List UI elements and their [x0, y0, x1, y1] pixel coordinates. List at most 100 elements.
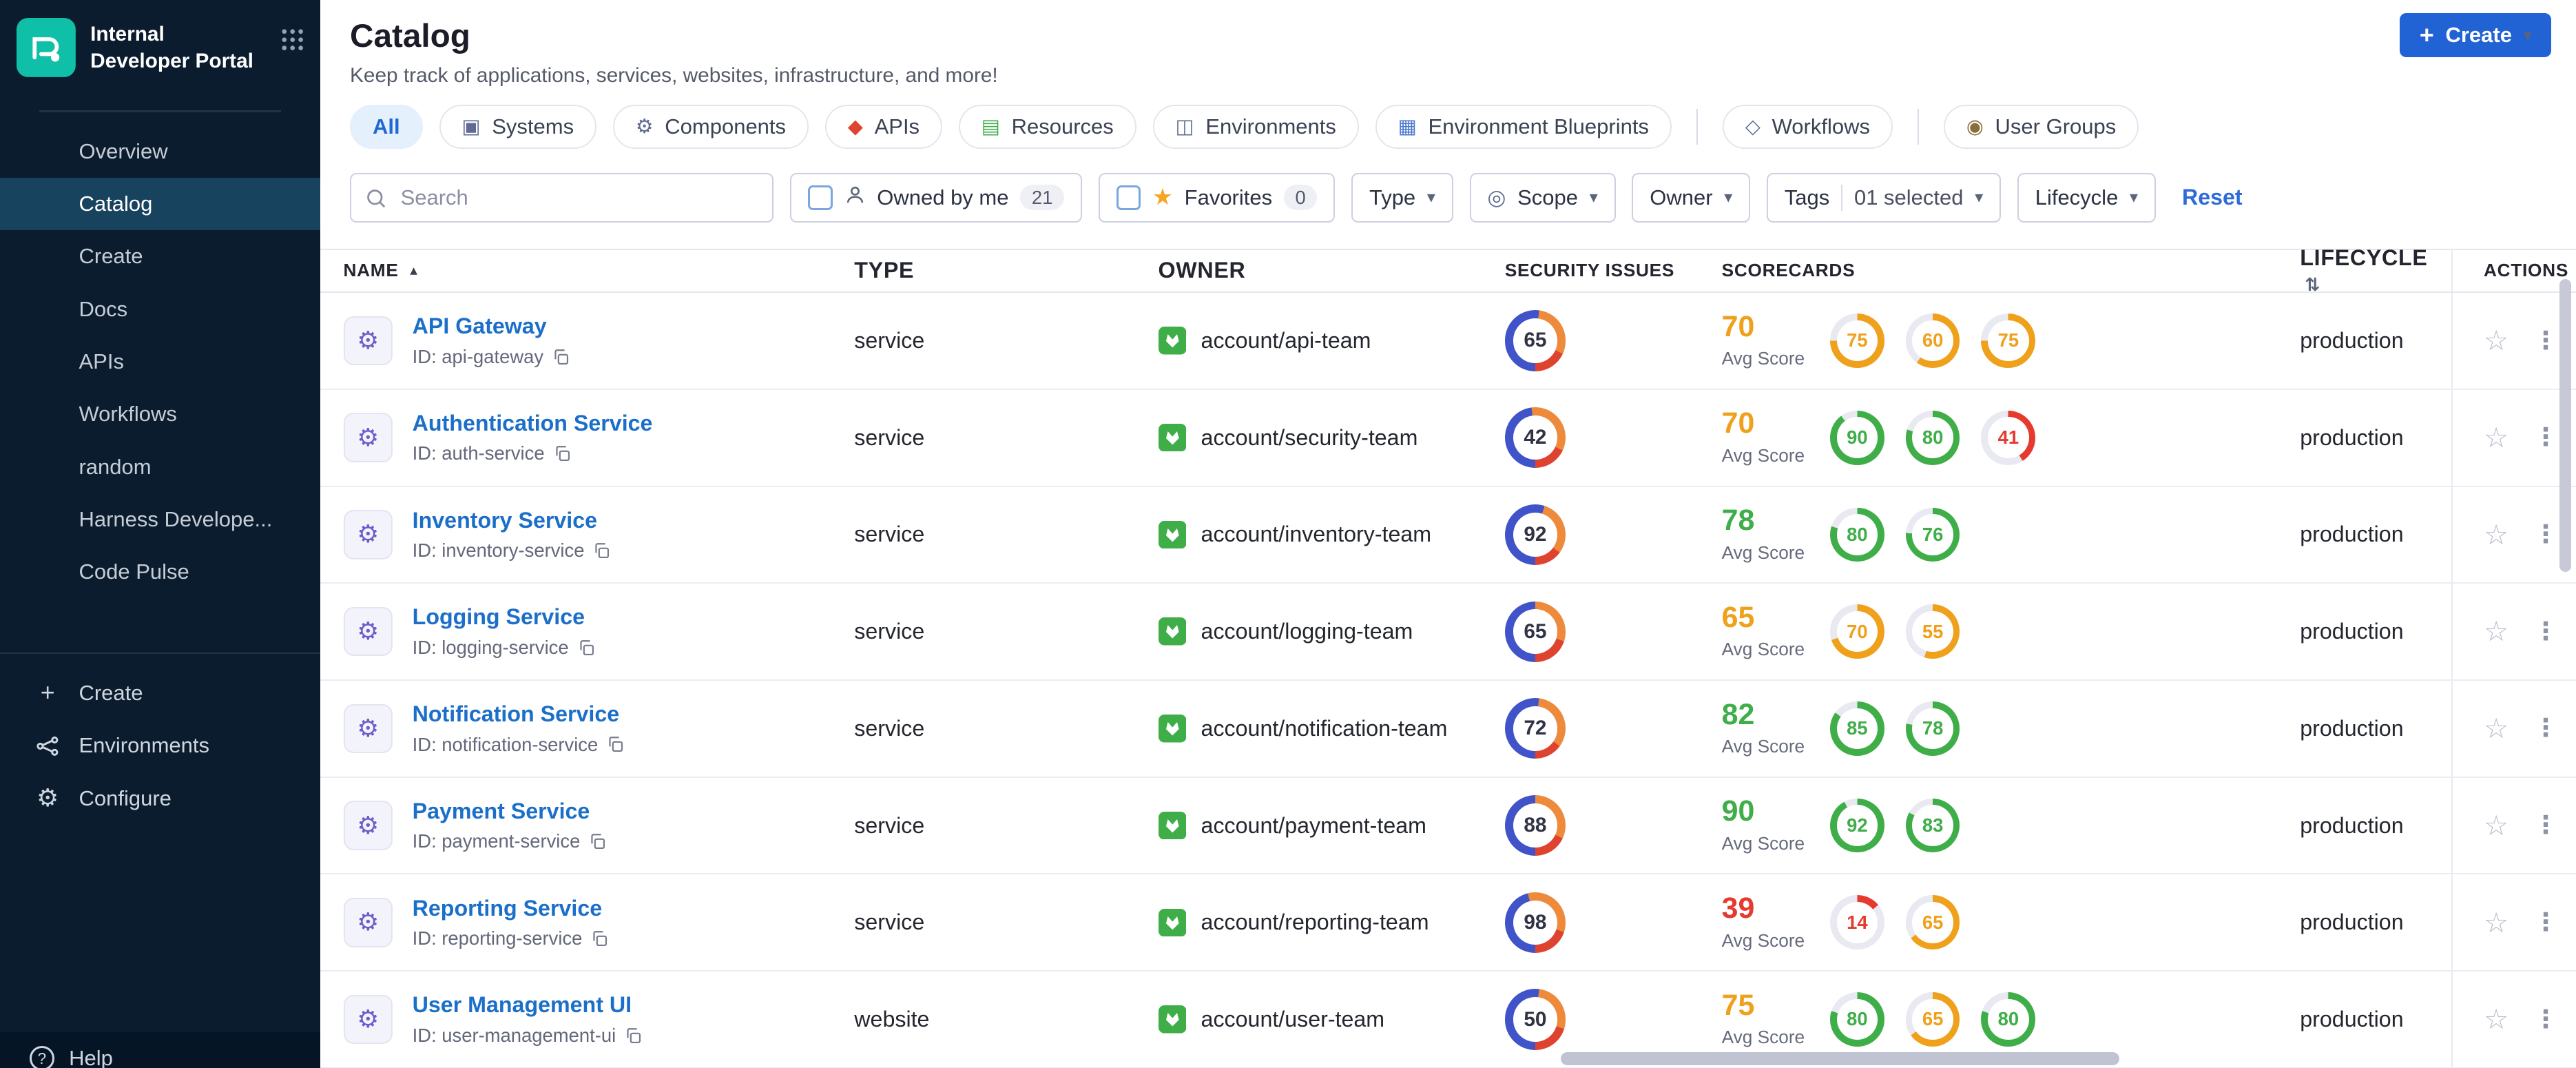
copy-icon[interactable]	[553, 444, 571, 462]
scorecard-ring[interactable]: 78	[1905, 701, 1960, 756]
scorecard-ring[interactable]: 85	[1830, 701, 1884, 756]
copy-icon[interactable]	[606, 735, 624, 753]
favorites-checkbox[interactable]	[1116, 185, 1141, 210]
entity-name-link[interactable]: Notification Service	[413, 701, 625, 727]
tab-all[interactable]: All	[350, 105, 423, 150]
search-input[interactable]	[350, 173, 774, 223]
tab-resources[interactable]: ▤ Resources	[958, 105, 1136, 150]
tags-filter-dropdown[interactable]: Tags 01 selected ▾	[1766, 173, 2002, 223]
scorecard-ring[interactable]: 65	[1905, 895, 1960, 950]
scorecard-ring[interactable]: 80	[1905, 410, 1960, 465]
tab-workflows[interactable]: ◇ Workflows	[1722, 105, 1893, 150]
more-actions-icon[interactable]: ⋮	[2533, 619, 2558, 644]
more-actions-icon[interactable]: ⋮	[2533, 1007, 2558, 1032]
entity-name-link[interactable]: Logging Service	[413, 604, 595, 630]
entity-name-link[interactable]: Payment Service	[413, 799, 607, 824]
column-header-scorecards[interactable]: SCORECARDS	[1722, 260, 2116, 281]
table-row-reporting-service[interactable]: ⚙ Reporting Service ID: reporting-servic…	[320, 874, 2576, 972]
sidebar-item-random[interactable]: random	[0, 441, 320, 493]
column-header-security[interactable]: SECURITY ISSUES	[1505, 260, 1722, 281]
owned-by-me-checkbox[interactable]	[808, 185, 833, 210]
entity-name-link[interactable]: Inventory Service	[413, 508, 611, 533]
copy-icon[interactable]	[577, 639, 595, 657]
scorecard-ring[interactable]: 65	[1905, 992, 1960, 1047]
scorecard-ring[interactable]: 80	[1830, 992, 1884, 1047]
table-row-logging-service[interactable]: ⚙ Logging Service ID: logging-service se…	[320, 584, 2576, 681]
tab-environments[interactable]: ◫ Environments	[1152, 105, 1359, 150]
more-actions-icon[interactable]: ⋮	[2533, 716, 2558, 741]
create-button[interactable]: + Create ▾	[2400, 13, 2552, 58]
horizontal-scrollbar-thumb[interactable]	[1560, 1051, 2119, 1065]
more-actions-icon[interactable]: ⋮	[2533, 328, 2558, 353]
owner-filter-dropdown[interactable]: Owner ▾	[1632, 173, 1751, 223]
tab-environment-blueprints[interactable]: ▦ Environment Blueprints	[1375, 105, 1672, 150]
scorecard-ring[interactable]: 60	[1905, 314, 1960, 368]
scorecard-ring[interactable]: 55	[1905, 604, 1960, 659]
more-actions-icon[interactable]: ⋮	[2533, 424, 2558, 450]
tab-components[interactable]: ⚙ Components	[612, 105, 809, 150]
table-row-notification-service[interactable]: ⚙ Notification Service ID: notification-…	[320, 680, 2576, 778]
scope-filter-dropdown[interactable]: ◎ Scope ▾	[1469, 173, 1616, 223]
security-issues-donut[interactable]: 88	[1504, 794, 1566, 856]
more-actions-icon[interactable]: ⋮	[2533, 522, 2558, 547]
more-actions-icon[interactable]: ⋮	[2533, 910, 2558, 935]
portal-logo-icon[interactable]	[16, 18, 76, 84]
security-issues-donut[interactable]: 92	[1504, 504, 1566, 566]
scorecard-ring[interactable]: 75	[1981, 314, 2036, 368]
apps-grid-icon[interactable]	[281, 28, 304, 59]
scorecard-ring[interactable]: 75	[1830, 314, 1884, 368]
entity-name-link[interactable]: User Management UI	[413, 992, 643, 1018]
table-row-inventory-service[interactable]: ⚙ Inventory Service ID: inventory-servic…	[320, 486, 2576, 584]
scorecard-ring[interactable]: 41	[1981, 410, 2036, 465]
scorecard-ring[interactable]: 92	[1830, 798, 1884, 853]
reset-filters-link[interactable]: Reset	[2182, 185, 2243, 210]
entity-name-link[interactable]: Reporting Service	[413, 896, 609, 921]
scorecard-ring[interactable]: 80	[1981, 992, 2036, 1047]
favorites-filter[interactable]: ★ Favorites 0	[1098, 173, 1336, 223]
favorite-star-icon[interactable]: ☆	[2484, 812, 2509, 840]
sidebar-item-workflows[interactable]: Workflows	[0, 388, 320, 440]
vertical-scrollbar-thumb[interactable]	[2559, 279, 2571, 573]
favorite-star-icon[interactable]: ☆	[2484, 617, 2509, 646]
sidebar-item-docs[interactable]: Docs	[0, 283, 320, 336]
favorite-star-icon[interactable]: ☆	[2484, 520, 2509, 549]
sidebar-item-catalog[interactable]: Catalog	[0, 178, 321, 231]
sidebar-environments-button[interactable]: Environments	[0, 719, 320, 772]
sidebar-configure-button[interactable]: ⚙ Configure	[0, 772, 320, 825]
entity-name-link[interactable]: API Gateway	[413, 314, 570, 339]
column-header-name[interactable]: NAME ▴	[344, 260, 855, 281]
type-filter-dropdown[interactable]: Type ▾	[1351, 173, 1453, 223]
security-issues-donut[interactable]: 50	[1504, 989, 1566, 1050]
sidebar-item-overview[interactable]: Overview	[0, 125, 320, 178]
copy-icon[interactable]	[552, 348, 570, 366]
favorite-star-icon[interactable]: ☆	[2484, 327, 2509, 355]
security-issues-donut[interactable]: 65	[1504, 310, 1566, 371]
scorecard-ring[interactable]: 76	[1905, 507, 1960, 562]
sidebar-item-code-pulse[interactable]: Code Pulse	[0, 546, 320, 598]
table-row-user-management-ui[interactable]: ⚙ User Management UI ID: user-management…	[320, 972, 2576, 1068]
scorecard-ring[interactable]: 80	[1830, 507, 1884, 562]
column-header-lifecycle[interactable]: LIFECYCLE ⇅	[2300, 245, 2451, 296]
security-issues-donut[interactable]: 65	[1504, 601, 1566, 662]
tab-apis[interactable]: ◆ APIs	[824, 105, 943, 150]
tab-user-groups[interactable]: ◉ User Groups	[1943, 105, 2139, 150]
favorite-star-icon[interactable]: ☆	[2484, 715, 2509, 743]
security-issues-donut[interactable]: 98	[1504, 892, 1566, 953]
copy-icon[interactable]	[590, 930, 608, 947]
column-header-owner[interactable]: OWNER	[1159, 258, 1505, 283]
more-actions-icon[interactable]: ⋮	[2533, 812, 2558, 838]
column-header-type[interactable]: TYPE	[854, 258, 1158, 283]
sidebar-help-button[interactable]: ? Help	[0, 1031, 321, 1068]
owned-by-me-filter[interactable]: Owned by me 21	[790, 173, 1082, 223]
security-issues-donut[interactable]: 72	[1504, 698, 1566, 759]
favorite-star-icon[interactable]: ☆	[2484, 908, 2509, 937]
entity-name-link[interactable]: Authentication Service	[413, 411, 653, 436]
scorecard-ring[interactable]: 83	[1905, 798, 1960, 853]
copy-icon[interactable]	[624, 1027, 642, 1045]
sidebar-item-harness-develope[interactable]: Harness Develope...	[0, 493, 320, 546]
table-row-api-gateway[interactable]: ⚙ API Gateway ID: api-gateway service ac…	[320, 293, 2576, 390]
table-row-authentication-service[interactable]: ⚙ Authentication Service ID: auth-servic…	[320, 389, 2576, 487]
security-issues-donut[interactable]: 42	[1504, 407, 1566, 469]
tab-systems[interactable]: ▣ Systems	[439, 105, 597, 150]
scorecard-ring[interactable]: 90	[1830, 410, 1884, 465]
